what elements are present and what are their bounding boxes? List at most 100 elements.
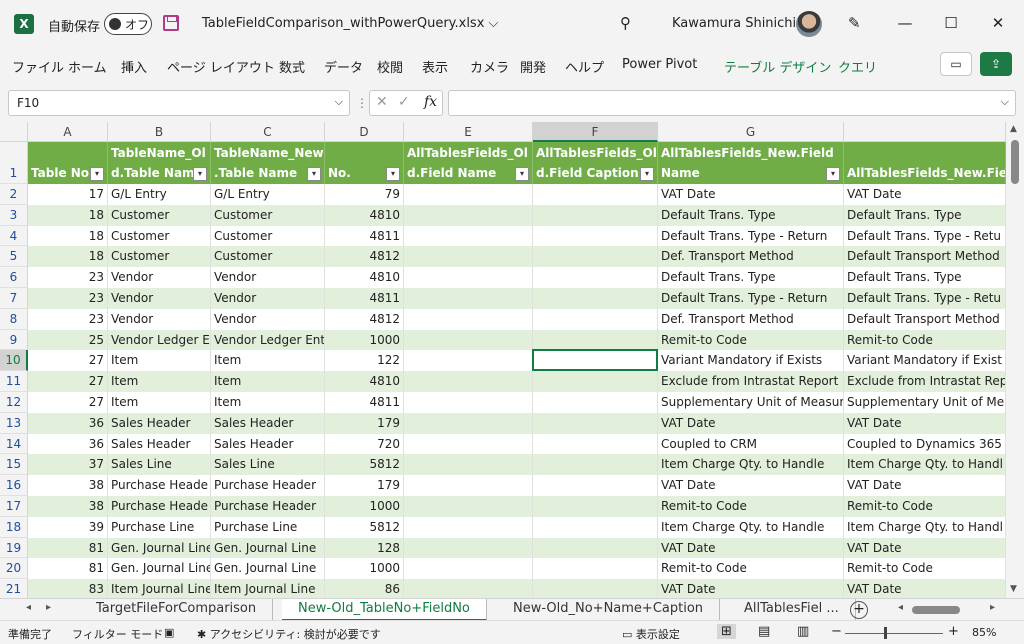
tab-developer[interactable]: 開発 [520, 57, 546, 76]
table-cell[interactable]: VAT Date [844, 475, 1006, 496]
table-cell[interactable]: Coupled to CRM [658, 433, 844, 455]
table-cell[interactable] [533, 329, 658, 351]
table-header-cell[interactable]: AllTablesFields_New.Fie [844, 142, 1006, 184]
close-button[interactable]: ✕ [988, 14, 1008, 32]
table-header-cell[interactable]: TableName_Ol d.Table Name ▾ [108, 142, 211, 184]
table-cell[interactable]: VAT Date [658, 475, 844, 496]
chevron-down-icon[interactable]: ⌵ [1001, 95, 1009, 109]
table-cell[interactable] [533, 288, 658, 309]
table-cell[interactable]: Item Charge Qty. to Handl [844, 454, 1006, 476]
table-cell[interactable]: Remit-to Code [658, 558, 844, 580]
table-cell[interactable]: Exclude from Intrastat Report [658, 371, 844, 392]
column-header-d[interactable]: D [325, 122, 404, 142]
row-header[interactable]: 18 [0, 516, 28, 538]
filter-dropdown-icon[interactable]: ▾ [307, 167, 321, 181]
vertical-scrollbar[interactable]: ▲ ▼ [1006, 122, 1024, 598]
table-cell[interactable]: Vendor [211, 288, 325, 309]
scroll-up-icon[interactable]: ▲ [1010, 124, 1017, 134]
table-cell[interactable] [533, 516, 658, 538]
table-cell[interactable]: 5812 [325, 454, 404, 476]
table-cell[interactable]: Default Trans. Type - Retu [844, 288, 1006, 309]
table-cell[interactable] [533, 579, 658, 598]
filter-dropdown-icon[interactable]: ▾ [640, 167, 654, 181]
table-cell[interactable]: Item Charge Qty. to Handl [844, 516, 1006, 538]
table-cell[interactable]: Item Journal Line [211, 579, 325, 598]
hscroll-right-icon[interactable]: ▸ [990, 602, 995, 613]
tab-view[interactable]: 表示 [422, 57, 448, 76]
row-header[interactable]: 21 [0, 579, 28, 598]
tab-home[interactable]: ホーム [68, 57, 107, 76]
accessibility-status[interactable]: ✱ アクセシビリティ: 検討が必要です [197, 626, 381, 642]
table-cell[interactable] [533, 204, 658, 226]
sheet-prev-icon[interactable]: ◂ [26, 602, 31, 613]
table-cell[interactable]: 1000 [325, 496, 404, 517]
table-cell[interactable] [533, 267, 658, 288]
table-cell[interactable]: Item Charge Qty. to Handle [658, 454, 844, 476]
save-icon[interactable] [163, 15, 179, 31]
page-break-view-icon[interactable]: ▥ [797, 624, 809, 639]
table-cell[interactable]: Purchase Line [211, 516, 325, 538]
table-cell[interactable] [533, 496, 658, 517]
table-cell[interactable] [404, 392, 533, 413]
row-header[interactable]: 8 [0, 308, 28, 330]
tab-formulas[interactable]: 数式 [279, 57, 305, 76]
tab-help[interactable]: ヘルプ [565, 57, 604, 76]
table-cell[interactable]: Variant Mandatory if Exists [658, 350, 844, 372]
table-cell[interactable]: 179 [325, 412, 404, 434]
formula-input[interactable]: ⌵ [448, 90, 1016, 116]
table-cell[interactable]: Remit-to Code [844, 329, 1006, 351]
table-header-cell[interactable]: No. ▾ [325, 142, 404, 184]
table-cell[interactable]: Item Charge Qty. to Handle [658, 516, 844, 538]
table-cell[interactable]: Exclude from Intrastat Rep [844, 371, 1006, 392]
table-cell[interactable] [404, 204, 533, 226]
table-cell[interactable]: Customer [211, 246, 325, 268]
tab-power-pivot[interactable]: Power Pivot [622, 57, 697, 72]
table-cell[interactable]: 38 [28, 496, 108, 517]
table-cell[interactable]: Vendor Ledger Ent [211, 329, 325, 351]
sheet-next-icon[interactable]: ▸ [46, 602, 51, 613]
table-cell[interactable]: 39 [28, 516, 108, 538]
row-header[interactable]: 10 [0, 350, 28, 372]
table-cell[interactable]: 122 [325, 350, 404, 372]
row-header[interactable]: 9 [0, 329, 28, 351]
table-cell[interactable]: VAT Date [844, 537, 1006, 559]
autosave-toggle[interactable]: オフ [104, 13, 152, 35]
table-cell[interactable] [533, 371, 658, 392]
hscroll-left-icon[interactable]: ◂ [898, 602, 903, 613]
column-header-b[interactable]: B [108, 122, 211, 142]
insert-function-button[interactable]: fx [424, 94, 437, 110]
table-cell[interactable]: Default Transport Method [844, 308, 1006, 330]
zoom-in-button[interactable]: + [948, 624, 959, 639]
tab-page-layout[interactable]: ページ レイアウト [167, 57, 275, 76]
row-header[interactable]: 7 [0, 288, 28, 309]
table-cell[interactable]: VAT Date [844, 184, 1006, 205]
table-cell[interactable]: Item Journal Line [108, 579, 211, 598]
table-cell[interactable]: Gen. Journal Line [211, 558, 325, 580]
table-cell[interactable]: 4811 [325, 288, 404, 309]
table-cell[interactable]: 128 [325, 537, 404, 559]
sheet-tab[interactable]: TargetFileForComparison [80, 599, 274, 621]
table-cell[interactable]: VAT Date [658, 579, 844, 598]
column-header-c[interactable]: C [211, 122, 325, 142]
table-cell[interactable]: Remit-to Code [658, 496, 844, 517]
normal-view-icon[interactable]: ⊞ [717, 624, 736, 639]
table-cell[interactable] [404, 184, 533, 205]
column-header-e[interactable]: E [404, 122, 533, 142]
row-header[interactable]: 15 [0, 454, 28, 476]
column-header-a[interactable]: A [28, 122, 108, 142]
tab-camera[interactable]: カメラ [470, 57, 509, 76]
table-cell[interactable] [533, 537, 658, 559]
table-cell[interactable]: 23 [28, 267, 108, 288]
table-cell[interactable]: 4812 [325, 308, 404, 330]
row-header[interactable]: 4 [0, 225, 28, 247]
table-cell[interactable]: Purchase Heade [108, 496, 211, 517]
table-cell[interactable]: Remit-to Code [844, 496, 1006, 517]
table-cell[interactable]: Item [108, 392, 211, 413]
filter-dropdown-icon[interactable]: ▾ [515, 167, 529, 181]
row-header[interactable]: 6 [0, 267, 28, 288]
comments-button[interactable]: ▭ [940, 52, 972, 76]
select-all-corner[interactable] [0, 122, 28, 142]
table-cell[interactable]: Default Trans. Type - Return [658, 288, 844, 309]
zoom-slider-handle[interactable] [884, 627, 887, 639]
row-header[interactable]: 17 [0, 496, 28, 517]
